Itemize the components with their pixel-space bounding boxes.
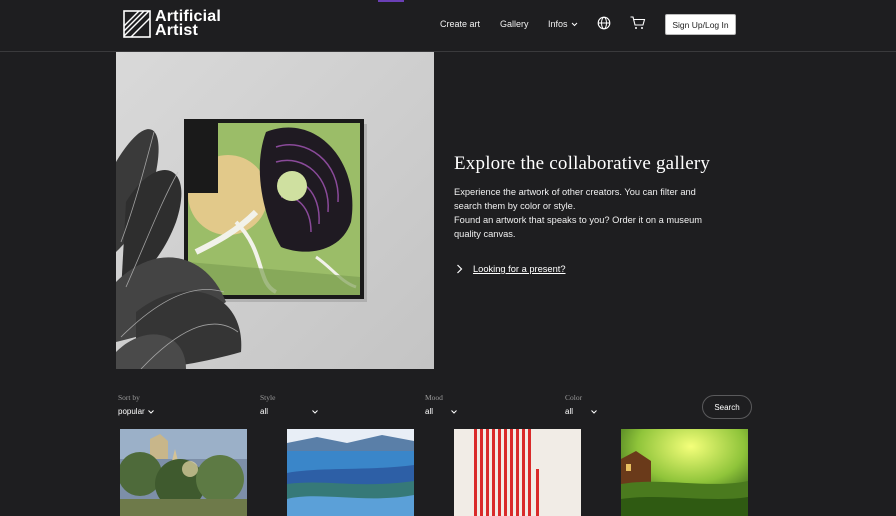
style-filter[interactable]: Style all <box>260 393 318 416</box>
artificial-artist-logo-icon <box>123 10 151 38</box>
style-select[interactable]: all <box>260 407 318 416</box>
color-select[interactable]: all <box>565 407 597 416</box>
style-label: Style <box>260 393 276 402</box>
nav-gallery[interactable]: Gallery <box>500 19 529 29</box>
chevron-down-icon <box>147 409 154 414</box>
nav-create-art[interactable]: Create art <box>440 19 480 29</box>
chevron-down-icon <box>591 409 597 414</box>
gallery-thumbnail[interactable] <box>120 429 247 516</box>
hero-title: Explore the collaborative gallery <box>454 153 711 174</box>
cart-icon[interactable] <box>630 16 646 30</box>
gallery-thumbnail-landscape-art <box>621 429 748 516</box>
gallery-thumbnail-stripes-art <box>454 429 581 516</box>
search-button[interactable]: Search <box>702 395 752 419</box>
mood-value: all <box>425 407 434 416</box>
chevron-down-icon <box>312 409 318 414</box>
hero-artwork-illustration <box>116 52 434 369</box>
mood-filter[interactable]: Mood all <box>425 393 457 416</box>
top-accent-line <box>378 0 404 2</box>
chevron-down-icon <box>451 409 457 414</box>
style-value: all <box>260 407 269 416</box>
globe-icon[interactable] <box>597 16 611 30</box>
hero-artwork-image <box>116 52 434 369</box>
gallery-thumbnail[interactable] <box>621 429 748 516</box>
color-value: all <box>565 407 574 416</box>
gallery-thumbnail[interactable] <box>454 429 581 516</box>
sort-by-value: popular <box>118 407 145 416</box>
gallery-thumbnail-castle-art <box>120 429 247 516</box>
nav-infos[interactable]: Infos <box>548 19 578 29</box>
nav-infos-label: Infos <box>548 19 568 29</box>
hero-description: Experience the artwork of other creators… <box>454 185 724 241</box>
looking-for-present-link[interactable]: Looking for a present? <box>473 264 566 274</box>
color-filter[interactable]: Color all <box>565 393 597 416</box>
sort-by-select[interactable]: popular <box>118 407 154 416</box>
mood-select[interactable]: all <box>425 407 457 416</box>
mood-label: Mood <box>425 393 443 402</box>
hero-description-line-1: Experience the artwork of other creators… <box>454 187 696 211</box>
hero-description-line-2: Found an artwork that speaks to you? Ord… <box>454 215 703 239</box>
logo-line-2: Artist <box>155 22 198 39</box>
top-navigation-bar: Artificial Artist Create art Gallery Inf… <box>0 0 896 52</box>
chevron-down-icon <box>571 22 577 26</box>
sort-by-label: Sort by <box>118 393 140 402</box>
gallery-thumbnail[interactable] <box>287 429 414 516</box>
chevron-right-icon <box>457 264 463 274</box>
color-label: Color <box>565 393 583 402</box>
sign-up-login-button[interactable]: Sign Up/Log In <box>665 14 736 35</box>
logo-text: Artificial Artist <box>155 9 235 39</box>
present-link-row[interactable]: Looking for a present? <box>456 264 566 274</box>
logo[interactable]: Artificial Artist <box>123 9 235 39</box>
gallery-thumbnail-lake-art <box>287 429 414 516</box>
sort-by-filter[interactable]: Sort by popular <box>118 393 154 416</box>
